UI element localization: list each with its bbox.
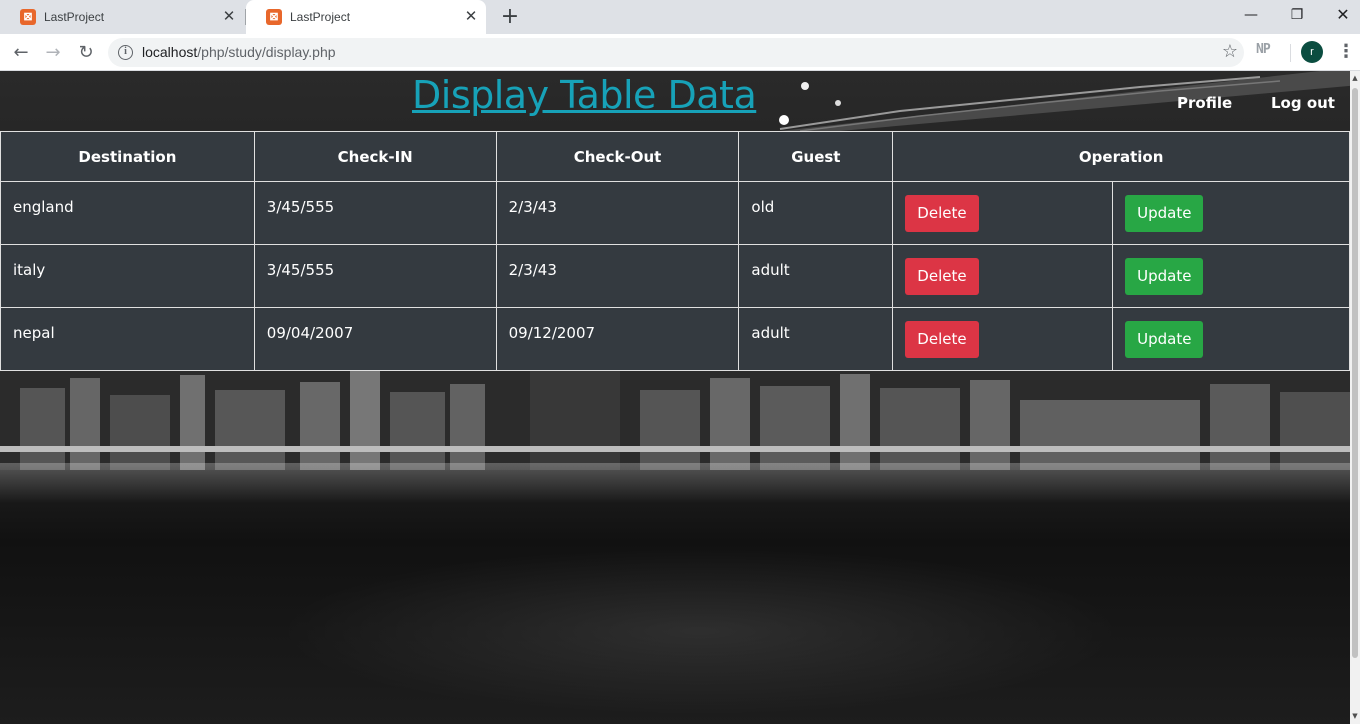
header-operation: Operation [892,131,1350,182]
cell-guest: adult [738,244,894,308]
update-button[interactable]: Update [1125,320,1204,358]
page-title-link[interactable]: Display Table Data [412,73,757,117]
header-guest: Guest [738,131,894,182]
cell-check-in: 3/45/555 [253,244,497,308]
delete-button[interactable]: Delete [905,257,979,295]
bookings-table: Destination Check-IN Check-Out Guest Ope… [0,131,1350,371]
xampp-favicon-icon: ⊠ [266,9,282,25]
cell-update: Update [1112,244,1350,308]
update-button[interactable]: Update [1125,194,1204,232]
scroll-up-arrow-icon[interactable]: ▲ [1350,73,1360,83]
scroll-down-arrow-icon[interactable]: ▼ [1350,711,1360,721]
tab-title: LastProject [290,10,351,24]
reload-icon[interactable]: ↻ [73,40,99,66]
url-text[interactable]: localhost/php/study/display.php [142,38,336,67]
browser-menu-icon[interactable]: ⋮ [1337,40,1355,64]
cell-destination: england [0,181,255,245]
profile-link[interactable]: Profile [1177,94,1232,112]
city-skyline-backdrop [0,370,1350,470]
tab-strip: ⊠ LastProject ✕ ⊠ LastProject ✕ + — ❐ ✕ [0,0,1360,34]
table-row: italy 3/45/555 2/3/43 adult Delete Updat… [0,244,1350,308]
restore-window-icon[interactable]: ❐ [1274,0,1320,30]
close-tab-icon[interactable]: ✕ [220,8,238,26]
table-row: england 3/45/555 2/3/43 old Delete Updat… [0,181,1350,245]
close-tab-icon[interactable]: ✕ [462,8,480,26]
cell-guest: old [738,181,894,245]
browser-tab-2-active[interactable]: ⊠ LastProject ✕ [246,0,486,34]
cell-check-out: 09/12/2007 [495,307,740,371]
url-path: /php/study/display.php [197,44,336,60]
browser-tab-1[interactable]: ⊠ LastProject ✕ [0,0,244,34]
xampp-favicon-icon: ⊠ [20,9,36,25]
cell-check-out: 2/3/43 [495,181,740,245]
logout-link[interactable]: Log out [1271,94,1335,112]
profile-avatar[interactable]: r [1301,41,1323,63]
address-bar[interactable]: i localhost/php/study/display.php ☆ [108,38,1244,67]
page-header: Display Table Data Profile Log out [0,71,1350,131]
delete-button[interactable]: Delete [905,194,979,232]
back-arrow-icon[interactable]: ← [8,40,34,66]
cell-delete: Delete [892,181,1114,245]
np-extension-icon[interactable]: NP [1256,42,1271,57]
toolbar-divider [1290,44,1291,62]
cell-guest: adult [738,307,894,371]
url-host: localhost [142,44,198,60]
browser-toolbar: ← → ↻ i localhost/php/study/display.php … [0,34,1360,71]
page-viewport: Display Table Data Profile Log out Desti… [0,71,1350,724]
table-header-row: Destination Check-IN Check-Out Guest Ope… [0,131,1350,182]
header-check-out: Check-Out [495,131,740,182]
cell-delete: Delete [892,307,1114,371]
delete-button[interactable]: Delete [905,320,979,358]
cell-destination: nepal [0,307,255,371]
site-info-icon[interactable]: i [118,45,133,60]
cell-check-in: 3/45/555 [253,181,497,245]
tab-title: LastProject [44,10,105,24]
water-reflection [0,463,1350,503]
scrollbar-thumb[interactable] [1352,88,1358,658]
update-button[interactable]: Update [1125,257,1204,295]
forward-arrow-icon[interactable]: → [40,40,66,66]
header-check-in: Check-IN [253,131,497,182]
cell-check-in: 09/04/2007 [253,307,497,371]
cell-destination: italy [0,244,255,308]
cell-update: Update [1112,307,1350,371]
minimize-window-icon[interactable]: — [1228,0,1274,30]
header-destination: Destination [0,131,255,182]
table-row: nepal 09/04/2007 09/12/2007 adult Delete… [0,307,1350,371]
cell-check-out: 2/3/43 [495,244,740,308]
bookmark-star-icon[interactable]: ☆ [1222,41,1238,63]
cell-update: Update [1112,181,1350,245]
cell-delete: Delete [892,244,1114,308]
new-tab-plus-icon[interactable]: + [498,4,522,30]
close-window-icon[interactable]: ✕ [1320,0,1360,30]
